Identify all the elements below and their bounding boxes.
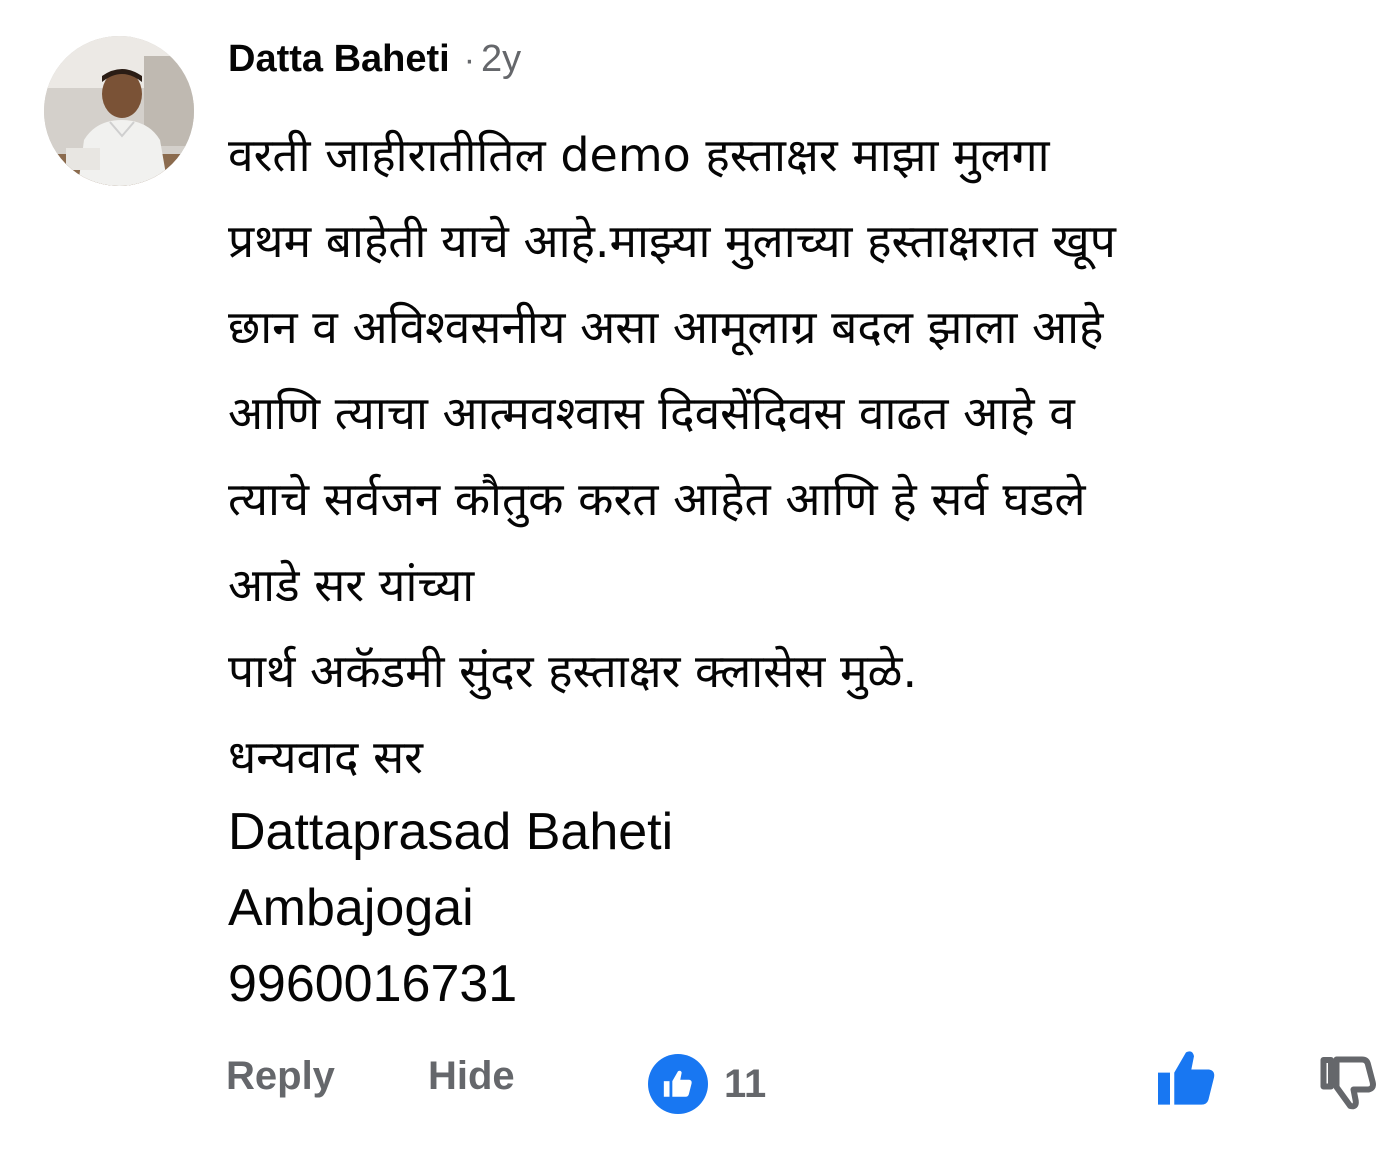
hide-button[interactable]: Hide bbox=[428, 1054, 515, 1099]
comment-line: धन्यवाद सर bbox=[228, 730, 423, 784]
comment-header: Datta Baheti · 2y bbox=[228, 38, 521, 88]
thumbs-down-icon[interactable] bbox=[1318, 1050, 1378, 1114]
comment-line: त्याचे सर्वजन कौतुक करत आहेत आणि हे सर्व… bbox=[228, 472, 1086, 526]
comment-line: प्रथम बाहेती याचे आहे.माझ्या मुलाच्या हस… bbox=[228, 214, 1116, 268]
comment-line: पार्थ अकॅडमी सुंदर हस्ताक्षर क्लासेस मुळ… bbox=[228, 644, 918, 698]
reaction-count: 11 bbox=[724, 1061, 767, 1106]
thumbs-up-icon[interactable] bbox=[1154, 1046, 1218, 1110]
reaction-summary[interactable]: 11 bbox=[648, 1054, 766, 1114]
comment-line: आडे सर यांच्या bbox=[228, 558, 475, 612]
comment-line: आणि त्याचा आत्मवश्वास दिवसेंदिवस वाढत आह… bbox=[228, 386, 1075, 440]
signature-place: Ambajogai bbox=[228, 879, 474, 937]
signature-phone: 9960016731 bbox=[228, 955, 518, 1013]
comment-timestamp[interactable]: 2y bbox=[481, 38, 521, 81]
reply-button[interactable]: Reply bbox=[226, 1054, 335, 1099]
author-name[interactable]: Datta Baheti bbox=[228, 38, 450, 81]
comment-line: छान व अविश्वसनीय असा आमूलाग्र बदल झाला आ… bbox=[228, 300, 1104, 354]
like-reaction-icon bbox=[648, 1054, 708, 1114]
comment-line: वरती जाहीरातीतिल demo हस्ताक्षर माझा मुल… bbox=[228, 128, 1050, 182]
separator-dot: · bbox=[463, 41, 476, 79]
comment-actions: Reply Hide 11 bbox=[0, 1046, 1392, 1126]
comment-body: वरती जाहीरातीतिल demo हस्ताक्षर माझा मुल… bbox=[228, 112, 1368, 800]
signature-name: Dattaprasad Baheti bbox=[228, 803, 674, 861]
avatar[interactable] bbox=[44, 36, 194, 186]
comment-signature: Dattaprasad Baheti Ambajogai 9960016731 bbox=[228, 794, 673, 1022]
avatar-image bbox=[44, 36, 194, 186]
